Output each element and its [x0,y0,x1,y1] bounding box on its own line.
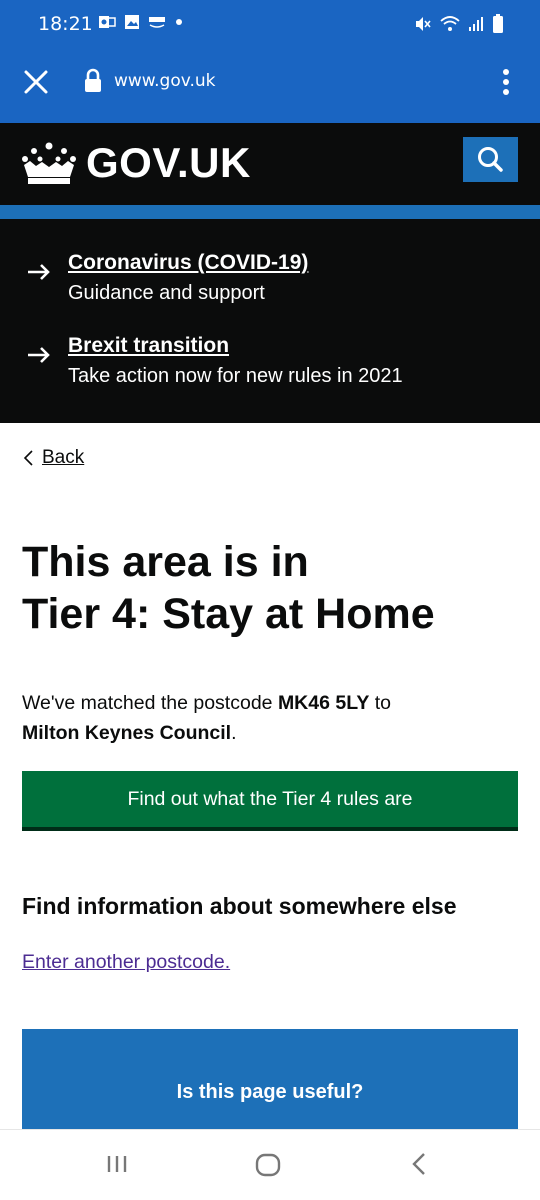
page-title-line2: Tier 4: Stay at Home [22,590,435,638]
banner-description: Guidance and support [68,282,265,304]
url-address[interactable]: www.gov.uk [114,71,216,91]
close-tab-icon[interactable] [22,68,50,96]
status-time: 18:21 [38,13,93,35]
govuk-logo[interactable]: GOV.UK [86,139,251,187]
banner-link-brexit[interactable]: Brexit transition [68,334,229,358]
postcode-value: MK46 5LY [277,692,370,714]
search-icon [478,147,503,172]
back-link-label[interactable]: Back [42,447,84,469]
section-heading: Find information about somewhere else [22,893,457,919]
match-suffix: . [231,722,237,744]
recent-apps-icon[interactable] [105,1152,129,1176]
battery-icon [493,14,503,33]
mute-icon [416,17,431,31]
global-banner: Coronavirus (COVID-19) Guidance and supp… [0,219,540,423]
more-options-icon[interactable] [494,66,518,98]
header-accent-strip [0,205,540,219]
feedback-box: Is this page useful? [22,1029,518,1129]
arrow-right-icon [28,347,50,363]
signal-icon [469,17,483,31]
outlook-icon [99,16,116,28]
wifi-icon [440,16,460,31]
home-icon[interactable] [255,1152,281,1178]
page-title: This area is in Tier 4: Stay at Home [22,536,522,640]
arrow-right-icon [28,264,50,280]
govuk-header: GOV.UK [0,123,540,205]
banner-link-covid[interactable]: Coronavirus (COVID-19) [68,251,308,275]
back-icon[interactable] [410,1152,428,1176]
council-name: Milton Keynes Council [22,722,232,744]
find-rules-button[interactable]: Find out what the Tier 4 rules are [22,771,518,831]
crown-icon[interactable] [20,141,78,187]
dot-icon [176,19,182,25]
amazon-icon [149,17,165,28]
match-middle: to [369,692,392,714]
search-button[interactable] [463,137,518,182]
enter-another-postcode-link[interactable]: Enter another postcode. [22,951,230,974]
back-link[interactable]: Back [22,447,84,469]
chevron-left-icon [23,450,33,466]
match-prefix: We've matched the postcode [22,692,278,714]
lock-icon [85,68,101,92]
banner-description: Take action now for new rules in 2021 [68,365,403,387]
notification-icons [98,14,184,30]
postcode-match-text: We've matched the postcode MK46 5LY to Mi… [22,688,522,748]
browser-toolbar: www.gov.uk [0,46,540,123]
feedback-question: Is this page useful? [176,1081,364,1103]
gallery-icon [125,15,139,29]
status-bar: 18:21 [0,0,540,46]
page-title-line1: This area is in [22,538,309,586]
navigation-bar [0,1129,540,1200]
system-icons [414,14,504,34]
